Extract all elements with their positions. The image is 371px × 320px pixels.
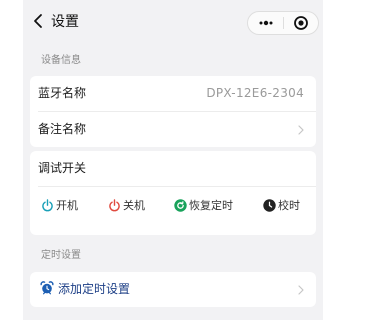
clock-icon	[263, 199, 276, 212]
power-icon	[109, 199, 120, 212]
add-timer-label: 添加定时设置	[58, 282, 131, 296]
time-calibrate-label: 校时	[278, 199, 300, 212]
device-info-section-title: 设备信息	[41, 55, 81, 66]
timer-card: 添加定时设置	[30, 272, 316, 307]
restore-timer-label: 恢复定时	[189, 199, 233, 212]
debug-switch-card: 调试开关 开机 关机 恢复定时 校时	[30, 151, 316, 235]
chevron-right-icon	[298, 285, 304, 295]
timer-section-title: 定时设置	[41, 250, 81, 261]
chevron-right-icon	[298, 125, 304, 135]
target-close-icon[interactable]	[284, 12, 318, 34]
back-icon[interactable]	[31, 12, 45, 30]
settings-page: 设置 设备信息 蓝牙名称 DPX-12E6-2304 备注名称 调试开关 开机 …	[0, 0, 371, 320]
more-dots-icon[interactable]	[248, 12, 284, 34]
row-divider	[38, 186, 316, 187]
power-off-button[interactable]: 关机	[108, 198, 152, 214]
page-title: 设置	[51, 14, 79, 30]
alarm-clock-icon	[40, 281, 54, 295]
device-info-card: 蓝牙名称 DPX-12E6-2304 备注名称	[30, 76, 316, 147]
time-calibrate-button[interactable]: 校时	[263, 198, 307, 214]
debug-switch-title: 调试开关	[38, 161, 87, 175]
remark-name-row[interactable]: 备注名称	[30, 112, 316, 147]
power-on-button[interactable]: 开机	[41, 198, 85, 214]
add-timer-row[interactable]: 添加定时设置	[30, 272, 316, 307]
power-off-label: 关机	[123, 199, 145, 212]
power-icon	[42, 199, 53, 212]
bluetooth-name-label: 蓝牙名称	[38, 86, 87, 100]
bluetooth-name-value: DPX-12E6-2304	[206, 86, 304, 100]
restore-timer-button[interactable]: 恢复定时	[174, 198, 246, 214]
navigation-bar: 设置	[23, 0, 323, 42]
settings-content: 设置 设备信息 蓝牙名称 DPX-12E6-2304 备注名称 调试开关 开机 …	[23, 0, 323, 320]
power-on-label: 开机	[56, 199, 78, 212]
menu-capsule	[247, 11, 319, 35]
remark-name-label: 备注名称	[38, 122, 87, 136]
refresh-icon	[174, 199, 187, 212]
bluetooth-name-row: 蓝牙名称 DPX-12E6-2304	[30, 76, 316, 111]
